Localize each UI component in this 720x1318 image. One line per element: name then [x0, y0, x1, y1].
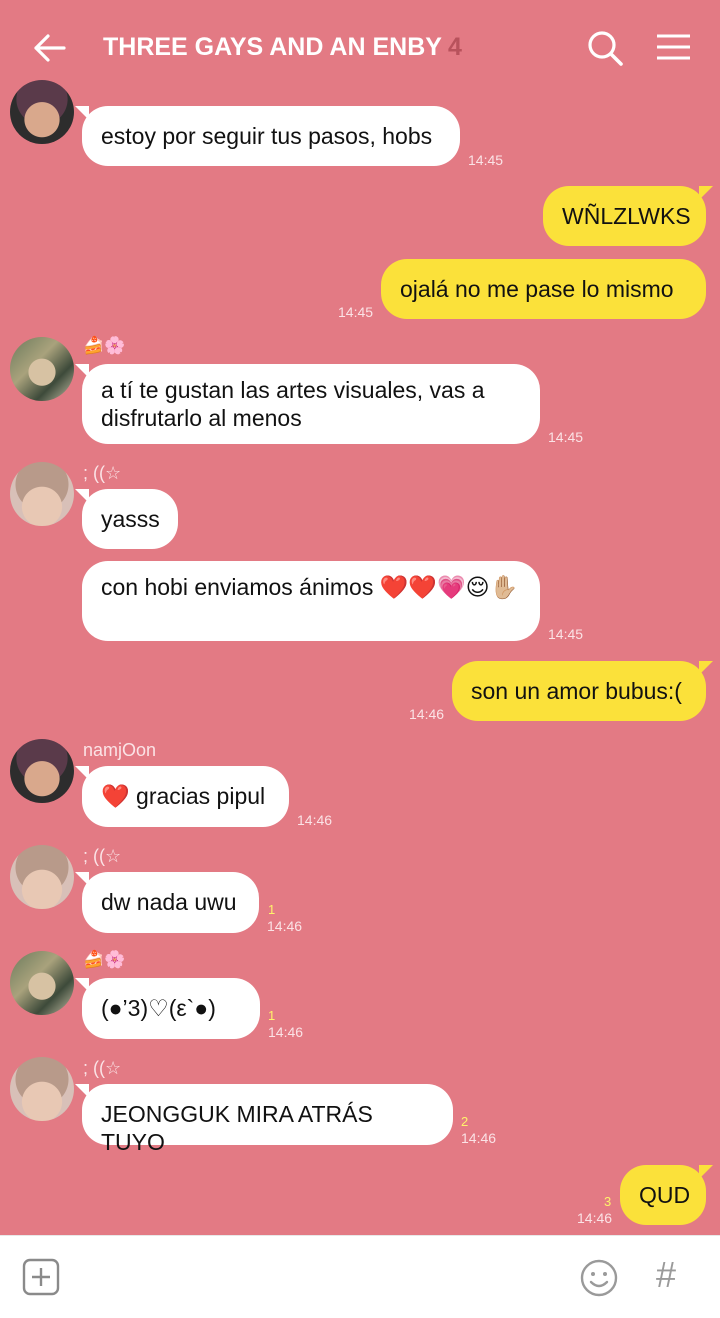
- unread-count: 1: [268, 1008, 276, 1023]
- message-time: 14:45: [548, 429, 584, 445]
- message-time: 14:46: [267, 918, 303, 934]
- message-time: 14:45: [548, 626, 584, 642]
- avatar[interactable]: [10, 739, 74, 803]
- avatar[interactable]: [10, 1057, 74, 1121]
- message-text: yasss: [101, 506, 160, 532]
- message-text: estoy por seguir tus pasos, hobs: [101, 123, 433, 149]
- message-time: 14:46: [461, 1130, 497, 1146]
- message-text: (●’3)♡(ε`●): [101, 995, 216, 1021]
- message-time: 14:46: [268, 1024, 304, 1040]
- avatar[interactable]: [10, 951, 74, 1015]
- arrow-left-icon[interactable]: [30, 28, 70, 68]
- plus-square-icon[interactable]: [22, 1258, 60, 1296]
- hamburger-menu-icon[interactable]: [654, 28, 694, 68]
- avatar[interactable]: [10, 462, 74, 526]
- message-text: a tí te gustan las artes visuales, vas a…: [101, 377, 485, 431]
- message-bubble[interactable]: WÑLZLWKS: [543, 186, 713, 246]
- message-time: 14:45: [468, 152, 504, 168]
- message-bubble[interactable]: yasss: [75, 489, 178, 549]
- unread-count: 1: [268, 902, 276, 917]
- smiley-icon[interactable]: [579, 1258, 619, 1298]
- sender-name: ; ((☆: [83, 1058, 122, 1078]
- sender-name: namjOon: [83, 740, 157, 760]
- message-bubble[interactable]: a tí te gustan las artes visuales, vas a…: [75, 364, 540, 444]
- message-bubble[interactable]: estoy por seguir tus pasos, hobs: [75, 106, 460, 166]
- sender-name: ; ((☆: [83, 846, 122, 866]
- chat-title: THREE GAYS AND AN ENBY 4: [103, 33, 462, 62]
- unread-count: 3: [604, 1194, 612, 1209]
- unread-count: 2: [461, 1114, 469, 1129]
- message-input-bar[interactable]: #: [0, 1235, 720, 1318]
- message-bubble[interactable]: dw nada uwu: [75, 872, 259, 933]
- sender-name: 🍰🌸: [83, 950, 126, 969]
- message-text: dw nada uwu: [101, 889, 237, 915]
- message-text: ❤️ gracias pipul: [101, 783, 266, 809]
- message-bubble[interactable]: son un amor bubus:(: [452, 661, 713, 721]
- sender-name: 🍰🌸: [83, 336, 126, 355]
- message-time: 14:46: [577, 1210, 613, 1226]
- message-text: QUD: [639, 1182, 691, 1208]
- message-bubble[interactable]: JEONGGUK MIRA ATRÁS TUYO: [75, 1084, 453, 1155]
- sender-name: ; ((☆: [83, 463, 122, 483]
- message-text: son un amor bubus:(: [471, 678, 682, 704]
- message-text: con hobi enviamos ánimos ❤️❤️💗😌✋🏼: [101, 574, 519, 600]
- member-count: 4: [447, 33, 462, 61]
- chat-title-text: THREE GAYS AND AN ENBY: [103, 33, 442, 61]
- avatar[interactable]: [10, 337, 74, 401]
- message-text: WÑLZLWKS: [562, 203, 691, 229]
- avatar[interactable]: [10, 80, 74, 144]
- hashtag-icon[interactable]: #: [656, 1254, 676, 1296]
- chat-header: THREE GAYS AND AN ENBY 4: [0, 0, 720, 94]
- message-bubble[interactable]: QUD: [620, 1165, 713, 1225]
- message-text: ojalá no me pase lo mismo: [400, 276, 674, 302]
- message-bubble[interactable]: ❤️ gracias pipul: [75, 766, 289, 827]
- avatar[interactable]: [10, 845, 74, 909]
- message-text: JEONGGUK MIRA ATRÁS TUYO: [101, 1101, 373, 1155]
- message-bubble[interactable]: (●’3)♡(ε`●): [75, 978, 260, 1039]
- message-time: 14:46: [409, 706, 445, 722]
- search-icon[interactable]: [585, 28, 625, 68]
- message-time: 14:46: [297, 812, 333, 828]
- message-time: 14:45: [338, 304, 374, 320]
- message-bubble[interactable]: ojalá no me pase lo mismo: [381, 259, 706, 319]
- message-bubble[interactable]: con hobi enviamos ánimos ❤️❤️💗😌✋🏼: [82, 561, 540, 641]
